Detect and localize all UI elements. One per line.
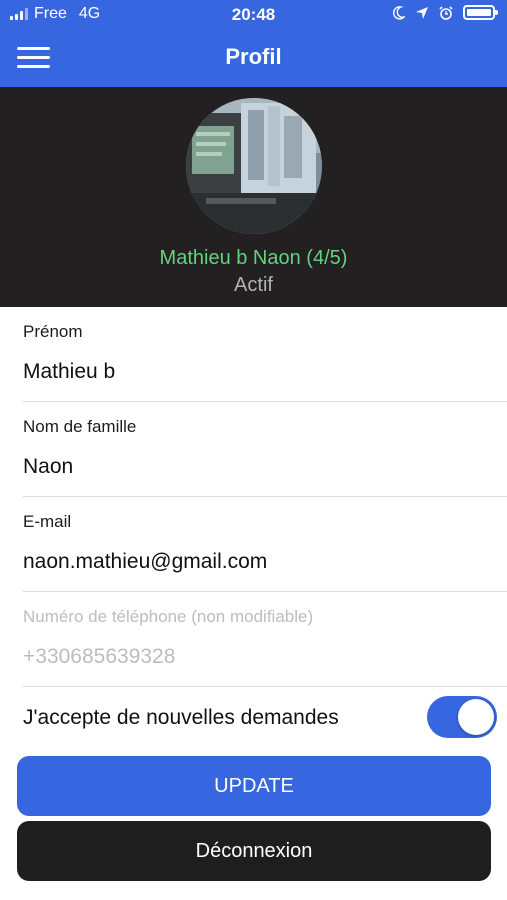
avatar-photo [186,98,322,234]
phone-input: +330685639328 [23,645,176,668]
phone-field: Numéro de téléphone (non modifiable) +33… [23,607,507,669]
phone-label: Numéro de téléphone (non modifiable) [23,607,314,626]
status-bar: Free 4G 20:48 [0,0,507,30]
page-title: Profil [225,44,282,69]
first-name-field[interactable]: Prénom Mathieu b [23,322,507,384]
logout-button[interactable]: Déconnexion [17,821,491,881]
first-name-label: Prénom [23,322,83,341]
last-name-input[interactable]: Naon [23,455,507,479]
divider [23,401,507,402]
email-field[interactable]: E-mail naon.mathieu@gmail.com [23,512,507,574]
profile-header: Mathieu b Naon (4/5) Actif [0,87,507,307]
location-icon [416,6,428,19]
battery-icon [463,5,498,20]
profile-status: Actif [234,274,273,296]
update-button[interactable]: UPDATE [17,756,491,816]
first-name-input[interactable]: Mathieu b [23,360,507,384]
accept-requests-label: J'accepte de nouvelles demandes [23,706,339,729]
last-name-field[interactable]: Nom de famille Naon [23,417,507,479]
moon-icon [393,5,405,19]
divider [23,496,507,497]
divider [23,591,507,592]
alarm-icon [439,5,453,20]
email-input[interactable]: naon.mathieu@gmail.com [23,550,507,574]
accept-requests-toggle[interactable] [427,696,497,738]
last-name-label: Nom de famille [23,417,137,436]
avatar[interactable] [186,98,322,234]
profile-name: Mathieu b Naon (4/5) [159,247,348,269]
nav-bar: Profil [0,30,507,87]
toggle-knob [458,699,494,735]
status-right [393,5,498,20]
divider [23,686,507,687]
email-label: E-mail [23,512,72,531]
